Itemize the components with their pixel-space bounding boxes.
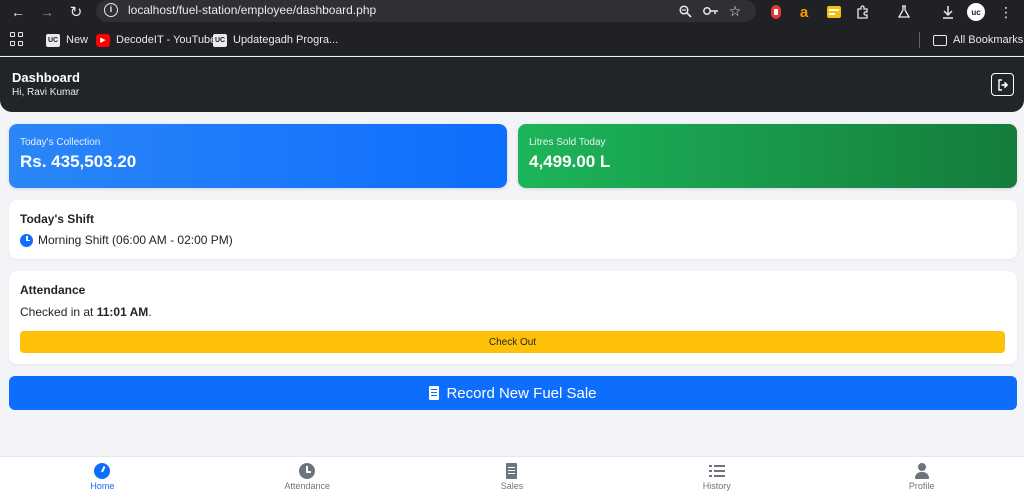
checkin-time: 11:01 AM bbox=[96, 305, 149, 319]
shift-info: Morning Shift (06:00 AM - 02:00 PM) bbox=[20, 233, 233, 247]
address-bar[interactable]: i localhost/fuel-station/employee/dashbo… bbox=[96, 0, 756, 22]
reload-icon[interactable]: ↻ bbox=[66, 2, 86, 22]
litres-card: Litres Sold Today 4,499.00 L bbox=[518, 124, 1017, 188]
record-fuel-sale-label: Record New Fuel Sale bbox=[446, 384, 597, 402]
nav-item-profile[interactable]: Profile bbox=[819, 457, 1024, 495]
shift-card: Today's Shift Morning Shift (06:00 AM - … bbox=[9, 200, 1017, 259]
clock-icon bbox=[20, 233, 33, 247]
bookmark-updategadh[interactable]: UC Updategadh Progra... bbox=[213, 32, 338, 48]
page-title: Dashboard bbox=[12, 70, 80, 85]
zoom-icon[interactable] bbox=[676, 2, 694, 20]
uc-favicon-icon: UC bbox=[213, 33, 227, 47]
nav-item-home[interactable]: Home bbox=[0, 457, 205, 495]
bookmark-label: Updategadh Progra... bbox=[233, 34, 339, 46]
app-header: Dashboard Hi, Ravi Kumar bbox=[0, 57, 1024, 112]
record-fuel-sale-button[interactable]: Record New Fuel Sale bbox=[9, 376, 1017, 410]
extension-hand-icon[interactable] bbox=[766, 2, 786, 22]
list-icon bbox=[708, 463, 725, 479]
checkin-suffix: . bbox=[148, 305, 152, 319]
url-text[interactable]: localhost/fuel-station/employee/dashboar… bbox=[128, 3, 376, 17]
nav-item-history[interactable]: History bbox=[614, 457, 819, 495]
receipt-icon bbox=[506, 463, 518, 479]
site-info-icon[interactable]: i bbox=[104, 3, 118, 17]
forward-arrow-icon[interactable]: → bbox=[37, 2, 57, 22]
person-icon bbox=[914, 463, 930, 479]
browser-toolbar: ← → ↻ i localhost/fuel-station/employee/… bbox=[0, 0, 1024, 24]
collection-card: Today's Collection Rs. 435,503.20 bbox=[9, 124, 507, 188]
nav-label: Home bbox=[90, 481, 115, 491]
user-greeting: Hi, Ravi Kumar bbox=[12, 87, 80, 98]
attendance-title: Attendance bbox=[20, 283, 86, 297]
shift-text: Morning Shift (06:00 AM - 02:00 PM) bbox=[38, 233, 233, 247]
bookmarks-divider bbox=[919, 32, 920, 48]
all-bookmarks-label: All Bookmarks bbox=[953, 34, 1024, 46]
folder-icon bbox=[933, 34, 947, 46]
collection-value: Rs. 435,503.20 bbox=[20, 152, 137, 171]
checkin-status: Checked in at 11:01 AM. bbox=[20, 305, 152, 319]
clock-icon bbox=[299, 463, 316, 479]
bookmark-star-icon[interactable]: ☆ bbox=[726, 2, 744, 20]
nav-item-attendance[interactable]: Attendance bbox=[205, 457, 410, 495]
flask-icon[interactable] bbox=[894, 2, 914, 22]
download-icon[interactable] bbox=[938, 2, 958, 22]
extension-card-icon[interactable] bbox=[824, 2, 844, 22]
bookmarks-bar: UC New ▶ DecodeIT - YouTube UC Updategad… bbox=[0, 24, 1024, 56]
extensions-puzzle-icon[interactable] bbox=[853, 2, 873, 22]
nav-label: Attendance bbox=[284, 481, 330, 491]
uc-favicon-icon: UC bbox=[46, 33, 60, 47]
apps-grid-icon[interactable] bbox=[10, 32, 24, 46]
bookmark-label: DecodeIT - YouTube bbox=[116, 34, 217, 46]
check-out-button[interactable]: Check Out bbox=[20, 331, 1005, 353]
back-arrow-icon[interactable]: ← bbox=[8, 2, 28, 22]
amazon-extension-icon[interactable]: a bbox=[794, 2, 814, 22]
nav-label: Profile bbox=[908, 481, 935, 491]
bottom-navigation: Home Attendance Sales History Profile bbox=[0, 456, 1024, 495]
password-key-icon[interactable] bbox=[702, 2, 720, 20]
nav-item-sales[interactable]: Sales bbox=[410, 457, 615, 495]
nav-label: Sales bbox=[500, 481, 524, 491]
logout-icon bbox=[997, 78, 1008, 91]
litres-value: 4,499.00 L bbox=[529, 152, 611, 171]
nav-label: History bbox=[702, 481, 731, 491]
bookmark-decodeit[interactable]: ▶ DecodeIT - YouTube bbox=[96, 32, 216, 48]
attendance-card: Attendance Checked in at 11:01 AM. Check… bbox=[9, 271, 1017, 364]
collection-label: Today's Collection bbox=[20, 137, 101, 148]
youtube-icon: ▶ bbox=[96, 33, 110, 47]
logout-button[interactable] bbox=[991, 73, 1014, 96]
all-bookmarks[interactable]: All Bookmarks bbox=[933, 32, 1023, 48]
shift-title: Today's Shift bbox=[20, 212, 94, 226]
bookmark-label: New bbox=[66, 34, 89, 46]
profile-avatar[interactable]: uc bbox=[967, 3, 985, 21]
home-icon bbox=[94, 463, 111, 479]
checkin-prefix: Checked in at bbox=[20, 305, 97, 319]
litres-label: Litres Sold Today bbox=[529, 137, 606, 148]
receipt-icon bbox=[429, 386, 440, 400]
bookmark-new[interactable]: UC New bbox=[46, 32, 88, 48]
browser-menu-icon[interactable]: ⋮ bbox=[996, 2, 1016, 22]
